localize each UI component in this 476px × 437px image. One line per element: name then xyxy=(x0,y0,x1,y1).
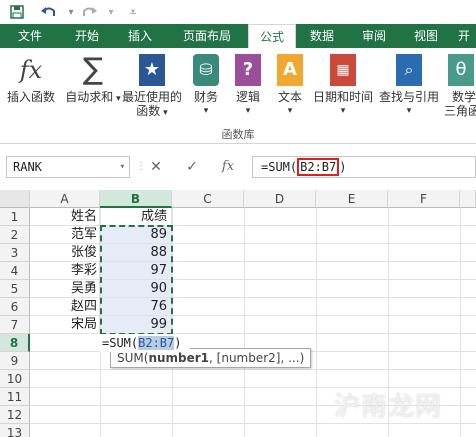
star-icon: ★ xyxy=(139,54,165,86)
lookup-reference-button[interactable]: ⌕ 查找与引用 ▾ xyxy=(376,54,442,118)
cell-a1[interactable]: 姓名 xyxy=(30,208,100,226)
cell-a2[interactable]: 范军 xyxy=(30,226,100,244)
insert-function-button[interactable]: fx 插入函数 xyxy=(2,54,60,104)
column-header-d[interactable]: D xyxy=(244,190,316,208)
ribbon-tabs: 文件 开始 插入 页面布局 公式 数据 审阅 视图 开 xyxy=(0,24,476,48)
tab-view[interactable]: 视图 xyxy=(400,24,452,48)
cell-a6[interactable]: 赵四 xyxy=(30,298,100,316)
check-icon[interactable]: ✓ xyxy=(180,156,204,178)
tab-review[interactable]: 审阅 xyxy=(348,24,400,48)
tab-file[interactable]: 文件 xyxy=(0,24,60,48)
fx-icon: fx xyxy=(19,56,43,84)
row-header[interactable]: 13 xyxy=(0,424,30,437)
row-header[interactable]: 9 xyxy=(0,352,30,370)
column-header-a[interactable]: A xyxy=(30,190,100,208)
spreadsheet-grid: A B C D E F 1 2 3 4 5 6 7 8 9 10 11 12 1… xyxy=(0,190,476,437)
redo-icon[interactable] xyxy=(80,3,98,21)
row-header[interactable]: 4 xyxy=(0,262,30,280)
chevron-down-icon[interactable]: ▾ xyxy=(102,3,120,21)
cell-a5[interactable]: 吴勇 xyxy=(30,280,100,298)
cell-b1[interactable]: 成绩 xyxy=(100,208,172,226)
autosum-button[interactable]: ∑ 自动求和 ▾ xyxy=(64,54,122,106)
text-icon: A xyxy=(277,54,303,86)
tab-page-layout[interactable]: 页面布局 xyxy=(166,24,248,48)
row-header[interactable]: 8 xyxy=(0,334,30,352)
range-marquee xyxy=(100,225,173,335)
chevron-down-icon[interactable]: ▾ xyxy=(120,157,125,177)
tab-data[interactable]: 数据 xyxy=(296,24,348,48)
row-header[interactable]: 10 xyxy=(0,370,30,388)
date-time-button[interactable]: ▦ 日期和时间 ▾ xyxy=(310,54,376,118)
row-header[interactable]: 6 xyxy=(0,298,30,316)
formula-bar: RANK ▾ ⋮ ✕ ✓ fx =SUM(B2:B7) xyxy=(0,150,476,184)
row-header[interactable]: 2 xyxy=(0,226,30,244)
row-header[interactable]: 7 xyxy=(0,316,30,334)
fx-icon[interactable]: fx xyxy=(216,156,240,178)
column-header-e[interactable]: E xyxy=(316,190,388,208)
tab-home[interactable]: 开始 xyxy=(60,24,114,48)
row-header[interactable]: 5 xyxy=(0,280,30,298)
theta-icon: θ xyxy=(448,54,474,86)
undo-icon[interactable] xyxy=(40,3,58,21)
financial-button[interactable]: ⛁ 财务 ▾ xyxy=(186,54,226,118)
row-header[interactable]: 1 xyxy=(0,208,30,226)
active-cell-b8[interactable]: =SUM(B2:B7) xyxy=(100,334,190,352)
tab-formulas[interactable]: 公式 xyxy=(248,24,296,48)
formula-input[interactable]: =SUM(B2:B7) xyxy=(252,156,476,178)
column-header-g[interactable] xyxy=(460,190,476,208)
group-label: 函数库 xyxy=(221,128,255,141)
recently-used-button[interactable]: ★ 最近使用的 函数 ▾ xyxy=(120,54,184,120)
name-box[interactable]: RANK ▾ xyxy=(6,156,130,178)
column-header-c[interactable]: C xyxy=(172,190,244,208)
cancel-icon[interactable]: ✕ xyxy=(144,156,168,178)
calendar-icon: ▦ xyxy=(330,54,356,86)
lookup-icon: ⌕ xyxy=(396,54,422,86)
question-icon: ? xyxy=(235,54,261,86)
math-trig-button[interactable]: θ 数学 三角函 xyxy=(444,54,476,118)
coins-icon: ⛁ xyxy=(193,54,219,86)
customize-icon[interactable]: ⩡ xyxy=(124,3,142,21)
row-header[interactable]: 3 xyxy=(0,244,30,262)
cell-a3[interactable]: 张俊 xyxy=(30,244,100,262)
column-header-b[interactable]: B xyxy=(100,190,172,208)
watermark: 沪南龙网 xyxy=(333,392,442,422)
select-all-corner[interactable] xyxy=(0,190,30,208)
cell-a4[interactable]: 李彩 xyxy=(30,262,100,280)
text-button[interactable]: A 文本 ▾ xyxy=(270,54,310,118)
column-header-f[interactable]: F xyxy=(388,190,460,208)
chevron-down-icon[interactable]: ▾ xyxy=(62,3,80,21)
row-header[interactable]: 12 xyxy=(0,406,30,424)
sigma-icon: ∑ xyxy=(82,52,104,87)
tab-insert[interactable]: 插入 xyxy=(114,24,166,48)
splitter-icon[interactable]: ⋮ xyxy=(136,160,146,174)
logical-button[interactable]: ? 逻辑 ▾ xyxy=(228,54,268,118)
formula-range-highlight: B2:B7 xyxy=(297,158,340,176)
quick-access-toolbar: ▾ ▾ ⩡ xyxy=(0,0,476,24)
cell-a7[interactable]: 宋局 xyxy=(30,316,100,334)
ribbon: fx 插入函数 ∑ 自动求和 ▾ ★ 最近使用的 函数 ▾ ⛁ 财务 ▾ ? 逻… xyxy=(0,48,476,144)
save-icon[interactable] xyxy=(8,3,26,21)
tab-developer[interactable]: 开 xyxy=(452,24,476,48)
row-header[interactable]: 11 xyxy=(0,388,30,406)
